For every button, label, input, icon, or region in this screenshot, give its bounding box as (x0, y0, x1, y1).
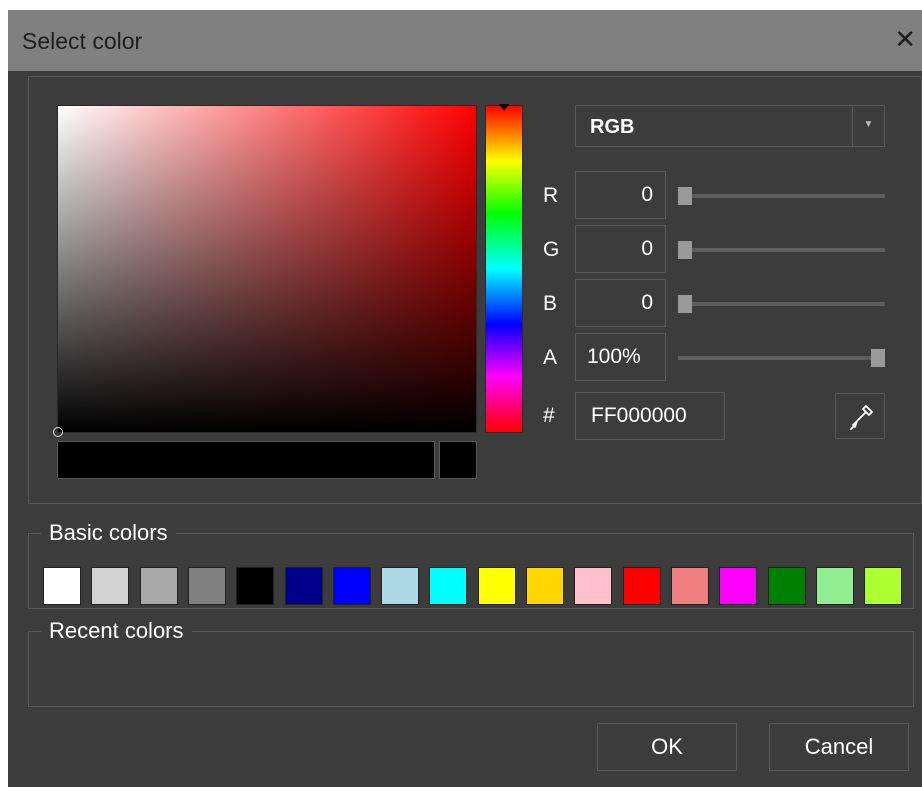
close-icon[interactable]: ✕ (894, 24, 916, 55)
hex-input[interactable]: FF000000 (575, 392, 725, 440)
color-swatch[interactable] (719, 567, 757, 605)
recent-colors-group: Recent colors (28, 618, 914, 707)
color-swatch[interactable] (816, 567, 854, 605)
basic-colors-title: Basic colors (41, 520, 176, 546)
color-swatch[interactable] (285, 567, 323, 605)
color-swatch[interactable] (671, 567, 709, 605)
ok-button[interactable]: OK (597, 723, 737, 771)
color-swatch[interactable] (333, 567, 371, 605)
blue-slider-thumb[interactable] (678, 295, 692, 313)
green-input[interactable]: 0 (575, 225, 666, 273)
title-bar: Select color ✕ (8, 10, 922, 71)
sv-handle[interactable] (53, 427, 63, 437)
red-input[interactable]: 0 (575, 171, 666, 219)
current-color-preview (439, 441, 477, 479)
color-swatch[interactable] (91, 567, 129, 605)
recent-colors-title: Recent colors (41, 618, 192, 644)
color-swatch[interactable] (526, 567, 564, 605)
color-picker-dialog: Select color ✕ RGB ▼ R 0 G 0 B 0 A 100% … (8, 10, 922, 787)
blue-label: B (543, 292, 558, 315)
blue-slider[interactable] (678, 295, 885, 313)
cancel-button[interactable]: Cancel (769, 723, 909, 771)
color-swatch[interactable] (381, 567, 419, 605)
color-mode-value: RGB (590, 116, 635, 138)
eyedropper-button[interactable] (835, 393, 885, 439)
hue-handle[interactable] (499, 104, 509, 111)
alpha-slider[interactable] (678, 349, 885, 367)
alpha-label: A (543, 346, 558, 369)
color-swatch[interactable] (864, 567, 902, 605)
green-slider[interactable] (678, 241, 885, 259)
green-label: G (543, 238, 560, 261)
color-swatch[interactable] (478, 567, 516, 605)
red-label: R (543, 184, 559, 207)
color-swatch[interactable] (43, 567, 81, 605)
hex-label: # (543, 404, 555, 427)
red-slider-thumb[interactable] (678, 187, 692, 205)
blue-input[interactable]: 0 (575, 279, 666, 327)
color-swatch[interactable] (574, 567, 612, 605)
color-swatch[interactable] (140, 567, 178, 605)
color-mode-dropdown[interactable]: RGB ▼ (575, 105, 885, 147)
color-swatch[interactable] (236, 567, 274, 605)
dialog-title: Select color (22, 28, 143, 54)
hue-slider[interactable] (485, 104, 523, 433)
alpha-slider-thumb[interactable] (871, 349, 885, 367)
red-slider[interactable] (678, 187, 885, 205)
color-swatch[interactable] (623, 567, 661, 605)
color-swatch[interactable] (188, 567, 226, 605)
color-swatch[interactable] (768, 567, 806, 605)
new-color-preview (57, 441, 435, 479)
green-slider-thumb[interactable] (678, 241, 692, 259)
alpha-input[interactable]: 100% (575, 333, 666, 381)
eyedropper-icon (850, 405, 873, 430)
saturation-value-area[interactable] (53, 105, 477, 437)
chevron-down-icon[interactable]: ▼ (852, 106, 884, 146)
color-swatch[interactable] (429, 567, 467, 605)
